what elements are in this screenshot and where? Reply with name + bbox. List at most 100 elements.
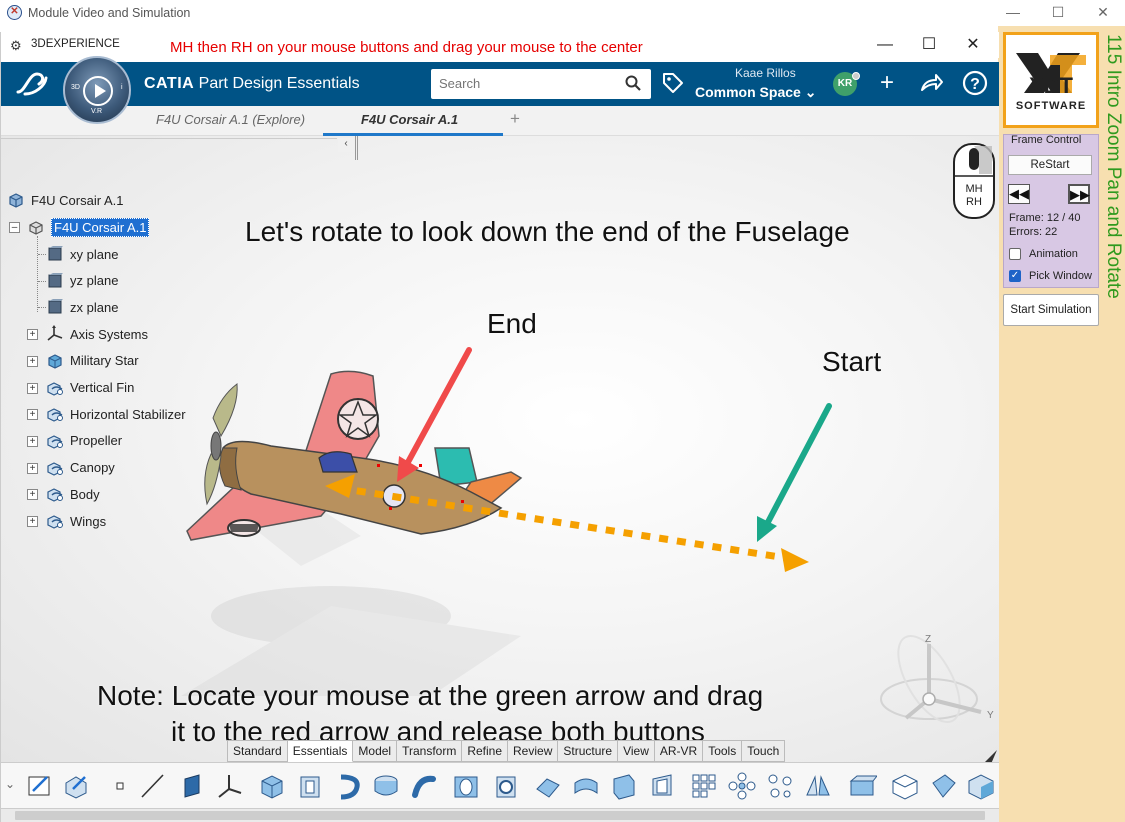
geometric-set-icon (47, 515, 63, 529)
3d-viewport[interactable]: Z Y ‹ F4U Corsair A.1 – F4U Corsair A.1 … (1, 136, 999, 766)
action-tab-tools[interactable]: Tools (703, 740, 743, 762)
pick-window-checkbox-row[interactable]: ✓ Pick Window (1009, 270, 1092, 282)
space-selector[interactable]: Common Space ⌄ (695, 84, 816, 101)
tree-item[interactable]: Military Star (46, 351, 139, 371)
restart-button[interactable]: ReStart (1008, 155, 1092, 175)
scroll-thumb[interactable] (15, 811, 985, 820)
tree-expander[interactable]: + (27, 462, 38, 474)
pad-icon[interactable] (257, 771, 287, 801)
sketch-icon[interactable] (25, 771, 55, 801)
start-simulation-button[interactable]: Start Simulation (1003, 294, 1099, 326)
tree-item[interactable]: Propeller (46, 431, 122, 451)
action-tab-model[interactable]: Model (353, 740, 398, 762)
app-close-button[interactable]: ✕ (951, 34, 995, 56)
tag-icon[interactable] (661, 71, 685, 95)
draft-icon[interactable] (609, 771, 639, 801)
shell-icon[interactable] (647, 771, 677, 801)
tree-expander[interactable]: + (27, 382, 38, 394)
app-minimize-button[interactable]: — (863, 34, 907, 56)
tree-item[interactable]: Body (46, 484, 100, 504)
tree-expander[interactable]: + (27, 489, 38, 501)
tree-expander[interactable]: + (27, 409, 38, 421)
geometric-set-icon (47, 461, 63, 476)
action-bar: ⌄ (1, 762, 999, 810)
positioned-sketch-icon[interactable] (61, 771, 91, 801)
user-pattern-icon[interactable] (765, 771, 795, 801)
action-tab-transform[interactable]: Transform (397, 740, 463, 762)
action-tab-standard[interactable]: Standard (227, 740, 288, 762)
chamfer-icon[interactable] (571, 771, 601, 801)
thick-surface-icon[interactable] (927, 771, 957, 801)
dassault-logo[interactable] (15, 70, 49, 102)
previous-frame-button[interactable]: ◀◀ (1008, 184, 1030, 204)
app-maximize-button[interactable]: ☐ (907, 34, 951, 56)
tree-expander[interactable]: + (27, 516, 38, 527)
rect-pattern-icon[interactable] (689, 771, 719, 801)
action-tab-essentials[interactable]: Essentials (287, 740, 354, 762)
tree-item[interactable]: Wings (46, 511, 106, 531)
animation-checkbox-row[interactable]: Animation (1009, 248, 1078, 260)
tree-expander[interactable]: – (9, 222, 20, 233)
tree-item-label: yz plane (70, 273, 119, 289)
close-surface-icon[interactable] (965, 771, 995, 801)
action-tab-touch[interactable]: Touch (742, 740, 786, 762)
thread-icon[interactable] (491, 771, 521, 801)
rib-icon[interactable] (409, 771, 439, 801)
point-icon[interactable] (105, 771, 135, 801)
action-tab-ar-vr[interactable]: AR-VR (654, 740, 704, 762)
split-icon[interactable] (889, 771, 919, 801)
play-icon[interactable] (83, 76, 113, 106)
tree-item[interactable]: yz plane (46, 271, 118, 291)
compass-3d-label: 3D (71, 84, 80, 91)
tree-expander[interactable]: + (27, 355, 38, 367)
tree-item[interactable]: zx plane (46, 297, 118, 317)
tree-item-label: Military Star (70, 353, 139, 369)
search-input[interactable] (439, 69, 619, 97)
horizontal-scrollbar[interactable] (1, 808, 999, 822)
tree-expander[interactable]: + (27, 329, 38, 341)
action-tab-structure[interactable]: Structure (558, 740, 619, 762)
circ-pattern-icon[interactable] (727, 771, 757, 801)
groove-icon[interactable] (371, 771, 401, 801)
shaft-icon[interactable] (333, 771, 363, 801)
animation-checkbox[interactable] (1009, 248, 1021, 260)
mirror-icon[interactable] (803, 771, 833, 801)
next-frame-button[interactable]: ▶▶ (1068, 184, 1090, 204)
tab-explore[interactable]: F4U Corsair A.1 (Explore) (156, 112, 305, 127)
plane-tool-icon[interactable] (177, 771, 207, 801)
line-icon[interactable] (137, 771, 167, 801)
close-button[interactable]: ✕ (1080, 0, 1125, 26)
search-icon[interactable] (625, 75, 641, 91)
hole-icon[interactable] (451, 771, 481, 801)
tab-part[interactable]: F4U Corsair A.1 (361, 112, 458, 127)
tree-item-label: xy plane (70, 246, 119, 262)
search-box[interactable] (431, 69, 651, 99)
pocket-icon[interactable] (295, 771, 325, 801)
action-tab-refine[interactable]: Refine (462, 740, 509, 762)
compass-widget[interactable]: 3D i V.R (63, 56, 131, 124)
tree-expander[interactable]: + (27, 435, 38, 447)
tree-item[interactable]: Canopy (46, 458, 115, 478)
action-tab-view[interactable]: View (618, 740, 655, 762)
tree-item[interactable]: Horizontal Stabilizer (46, 404, 186, 424)
tree-item[interactable]: xy plane (46, 244, 118, 264)
tree-part[interactable]: F4U Corsair A.1 (27, 217, 150, 237)
scroll-left-icon[interactable]: ⌄ (5, 777, 15, 807)
collapse-tree-button[interactable]: ‹ (338, 138, 354, 152)
add-tab-button[interactable]: + (510, 109, 520, 129)
fillet-icon[interactable] (533, 771, 563, 801)
tree-splitter[interactable] (355, 136, 358, 160)
help-icon[interactable]: ? (961, 70, 989, 98)
tree-item[interactable]: Vertical Fin (46, 378, 134, 398)
tree-root[interactable]: F4U Corsair A.1 (7, 190, 123, 210)
add-icon[interactable]: + (873, 70, 901, 98)
tree-item[interactable]: Axis Systems (46, 324, 148, 344)
tree-item-label: Propeller (70, 433, 123, 449)
maximize-button[interactable]: ☐ (1035, 0, 1081, 26)
measure-icon[interactable] (847, 771, 877, 801)
share-icon[interactable] (917, 70, 945, 98)
axis-system-icon[interactable] (215, 771, 245, 801)
minimize-button[interactable]: — (990, 0, 1036, 26)
action-tab-review[interactable]: Review (508, 740, 559, 762)
pick-window-checkbox[interactable]: ✓ (1009, 270, 1021, 282)
